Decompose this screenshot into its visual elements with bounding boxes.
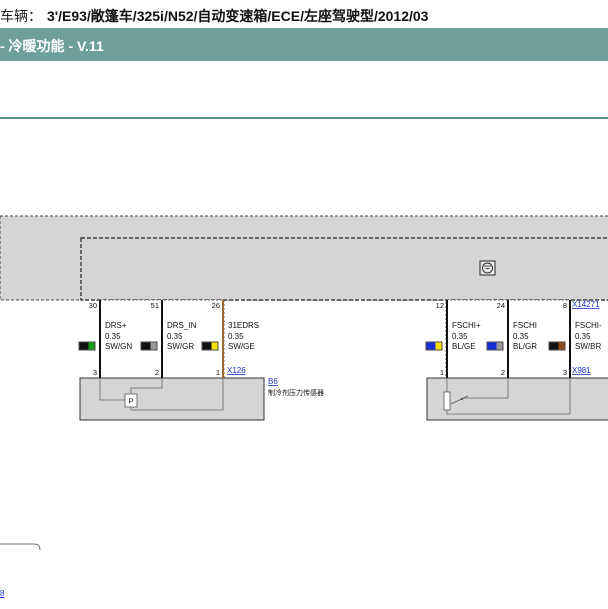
wire-color-swatch-primary [141,342,151,350]
wire-color-swatch-secondary [150,342,157,350]
pin-top-label: 24 [497,301,505,310]
pin-bottom-label: 3 [93,368,97,377]
control-module-inner [80,237,608,301]
pin-bottom-label: 3 [563,368,567,377]
pin-bottom-label: 2 [155,368,159,377]
wire-name-label: FSCHI+ [452,321,481,330]
wire-color-code-label: BL/GR [513,342,537,351]
wire-name-label: 31EDRS [228,321,259,330]
wire-size-label: 0.35 [167,332,183,341]
connector-link-x126[interactable]: X126 [227,366,246,375]
pin-bottom-label: 1 [440,368,444,377]
wire-color-code-label: SW/GN [105,342,132,351]
wire-size-label: 0.35 [575,332,591,341]
wire-color-swatch-primary [487,342,497,350]
connector-link-x981[interactable]: X981 [572,366,591,375]
wire-color-swatch-primary [549,342,559,350]
sensor-symbol-label: P [128,397,133,406]
panel-corner-fragment [0,543,41,551]
wire-color-swatch-secondary [435,342,442,350]
wire-size-label: 0.35 [452,332,468,341]
ground-symbol-icon[interactable] [479,260,496,276]
pin-top-label: 12 [436,301,444,310]
pin-bottom-label: 1 [216,368,220,377]
wire-size-label: 0.35 [513,332,529,341]
wire-color-swatch-secondary [558,342,565,350]
wire-color-swatch-secondary [211,342,218,350]
wire-color-swatch-secondary [496,342,503,350]
pin-top-label: 30 [89,301,97,310]
wiring-diagram: P X126 X14271 X981 B6 制冷剂压力传感器 30 3 DRS+ 0.… [0,215,608,551]
sensor-box-b6 [79,377,265,421]
wire-color-code-label: SW/GR [167,342,194,351]
wire-color-swatch-primary [426,342,436,350]
wire-color-swatch-secondary [88,342,95,350]
wire-name-label: FSCHI [513,321,537,330]
wire-size-label: 0.35 [105,332,121,341]
component-link-b6[interactable]: B6 [268,377,278,386]
bottom-link[interactable]: 8 [0,589,4,598]
wire-color-swatch-primary [79,342,89,350]
pin-top-label: 8 [563,301,567,310]
wire-size-label: 0.35 [228,332,244,341]
wire-color-code-label: BL/GE [452,342,476,351]
connector-link-x14271[interactable]: X14271 [572,300,600,309]
component-name: 制冷剂压力传感器 [268,388,324,397]
wire-color-code-label: SW/BR [575,342,601,351]
pin-bottom-label: 2 [501,368,505,377]
pin-top-label: 26 [212,301,220,310]
wire-name-label: DRS_IN [167,321,197,330]
pin-top-label: 51 [151,301,159,310]
wire-name-label: DRS+ [105,321,127,330]
wire-color-code-label: SW/GE [228,342,255,351]
wire-color-swatch-primary [202,342,212,350]
wire-name-label: FSCHI- [575,321,602,330]
